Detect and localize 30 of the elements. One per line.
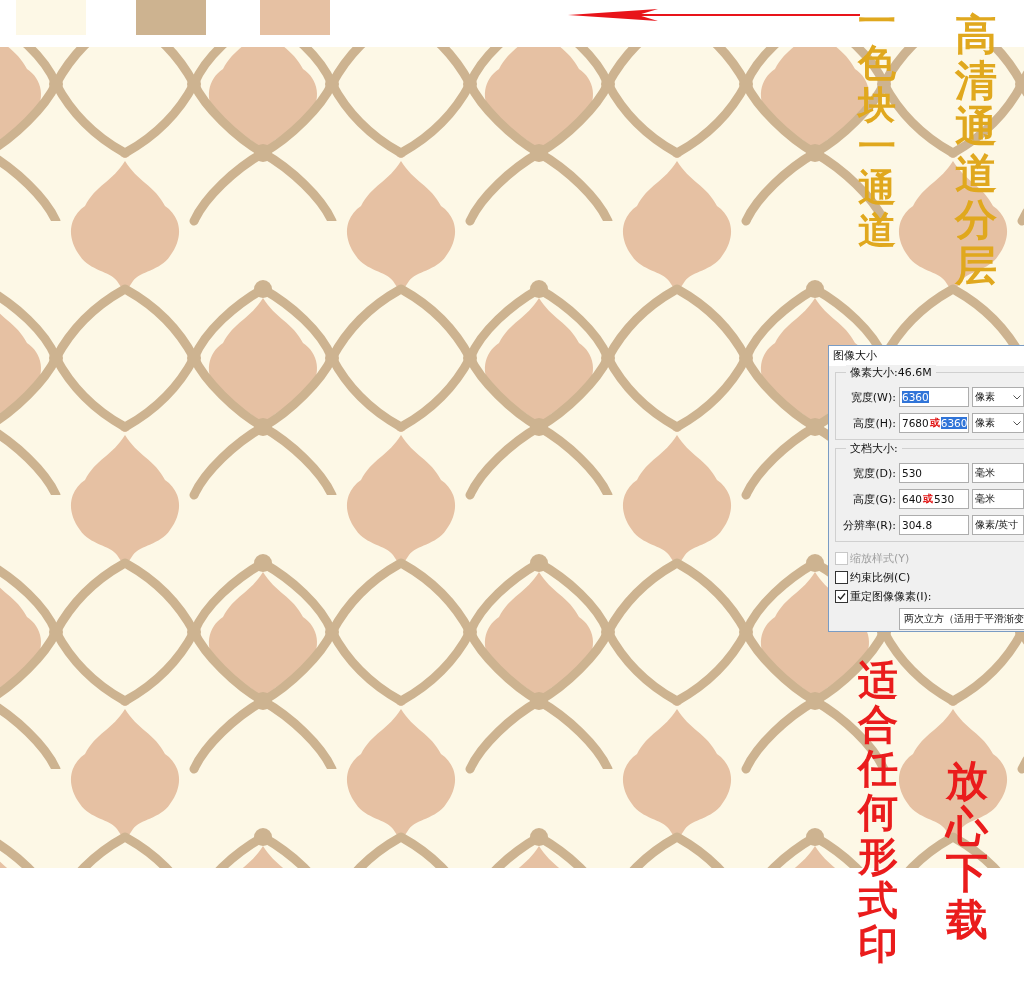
field-label: 高度(G):	[852, 491, 896, 507]
caption-text: 一色块一通道	[858, 0, 896, 251]
unit-dropdown[interactable]: 像素	[972, 413, 1024, 433]
checkbox-label: 重定图像像素(I):	[850, 588, 932, 604]
unit-dropdown[interactable]: 像素/英寸	[972, 515, 1024, 535]
checkbox[interactable]	[835, 589, 848, 603]
input-field[interactable]: 7680或6360	[899, 413, 969, 433]
resample-dropdown[interactable]: 两次立方（适用于平滑渐变	[899, 608, 1024, 630]
caption-text: 适合任何形式印	[858, 658, 898, 966]
group-title: 文档大小:	[846, 441, 902, 456]
caption-text: 放心下载	[946, 758, 988, 943]
checkbox-label: 约束比例(C)	[850, 569, 911, 585]
caption-text: 高清通道分层	[955, 12, 997, 290]
input-field[interactable]: 640或530	[899, 489, 969, 509]
caret-icon	[1013, 394, 1021, 400]
input-field[interactable]: 6360	[899, 387, 969, 407]
checkbox-label: 缩放样式(Y)	[850, 550, 910, 566]
unit-dropdown[interactable]: 毫米	[972, 489, 1024, 509]
group-title: 像素大小:46.6M	[846, 365, 936, 380]
unit-dropdown[interactable]: 毫米	[972, 463, 1024, 483]
caret-icon	[1013, 420, 1021, 426]
dialog-title: 图像大小	[829, 346, 1024, 366]
input-field[interactable]: 304.8	[899, 515, 969, 535]
field-label: 分辨率(R):	[842, 517, 896, 533]
field-label: 宽度(W):	[849, 389, 896, 405]
field-label: 宽度(D):	[852, 465, 896, 481]
checkbox[interactable]	[835, 570, 848, 584]
unit-dropdown[interactable]: 像素	[972, 387, 1024, 407]
input-field[interactable]: 530	[899, 463, 969, 483]
field-label: 高度(H):	[852, 415, 896, 431]
